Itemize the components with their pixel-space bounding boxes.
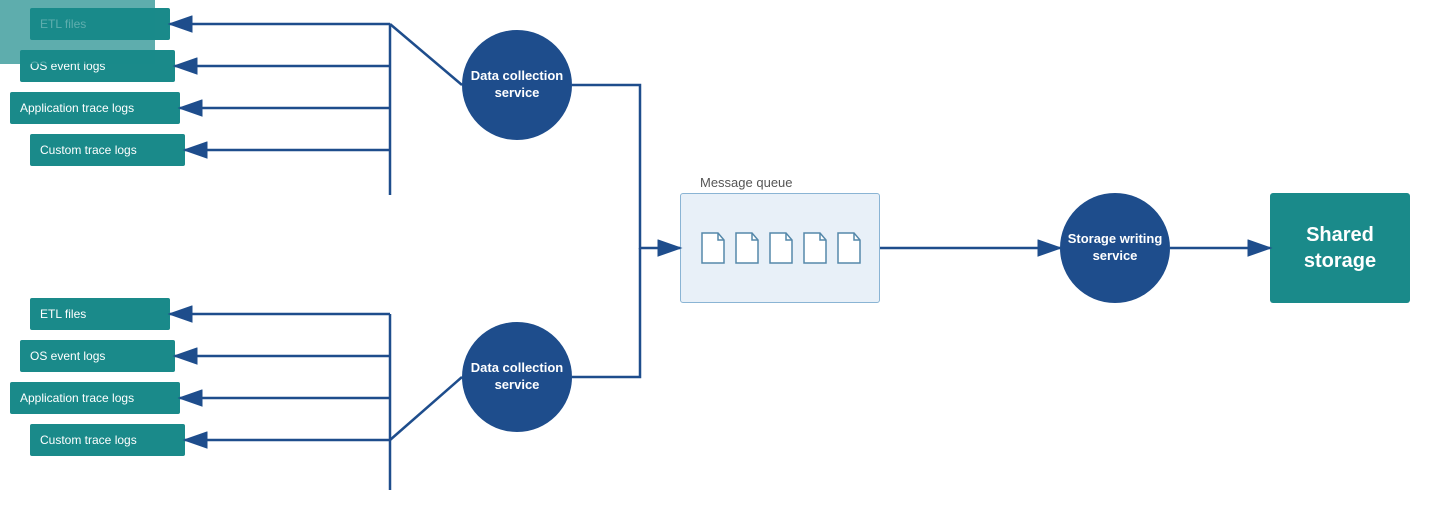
data-collection-circle-1: Data collection service <box>462 30 572 140</box>
etl-files-box-2: ETL files <box>30 298 170 330</box>
architecture-diagram: ETL files OS event logs Application trac… <box>0 0 1435 516</box>
os-event-logs-box-2: OS event logs <box>20 340 175 372</box>
storage-writing-circle: Storage writing service <box>1060 193 1170 303</box>
doc-icon-2 <box>732 231 760 265</box>
message-queue-box <box>680 193 880 303</box>
queue-doc-icons <box>698 231 862 265</box>
stack-shadow-1 <box>0 0 155 32</box>
app-trace-logs-box-2: Application trace logs <box>10 382 180 414</box>
doc-icon-3 <box>766 231 794 265</box>
custom-trace-logs-box-1: Custom trace logs <box>30 134 185 166</box>
doc-icon-5 <box>834 231 862 265</box>
stack-shadow-2 <box>0 32 155 64</box>
custom-trace-logs-box-2: Custom trace logs <box>30 424 185 456</box>
doc-icon-1 <box>698 231 726 265</box>
shared-storage-box: Shared storage <box>1270 193 1410 303</box>
queue-label: Message queue <box>700 175 793 190</box>
app-trace-logs-box-1: Application trace logs <box>10 92 180 124</box>
doc-icon-4 <box>800 231 828 265</box>
data-collection-circle-2: Data collection service <box>462 322 572 432</box>
